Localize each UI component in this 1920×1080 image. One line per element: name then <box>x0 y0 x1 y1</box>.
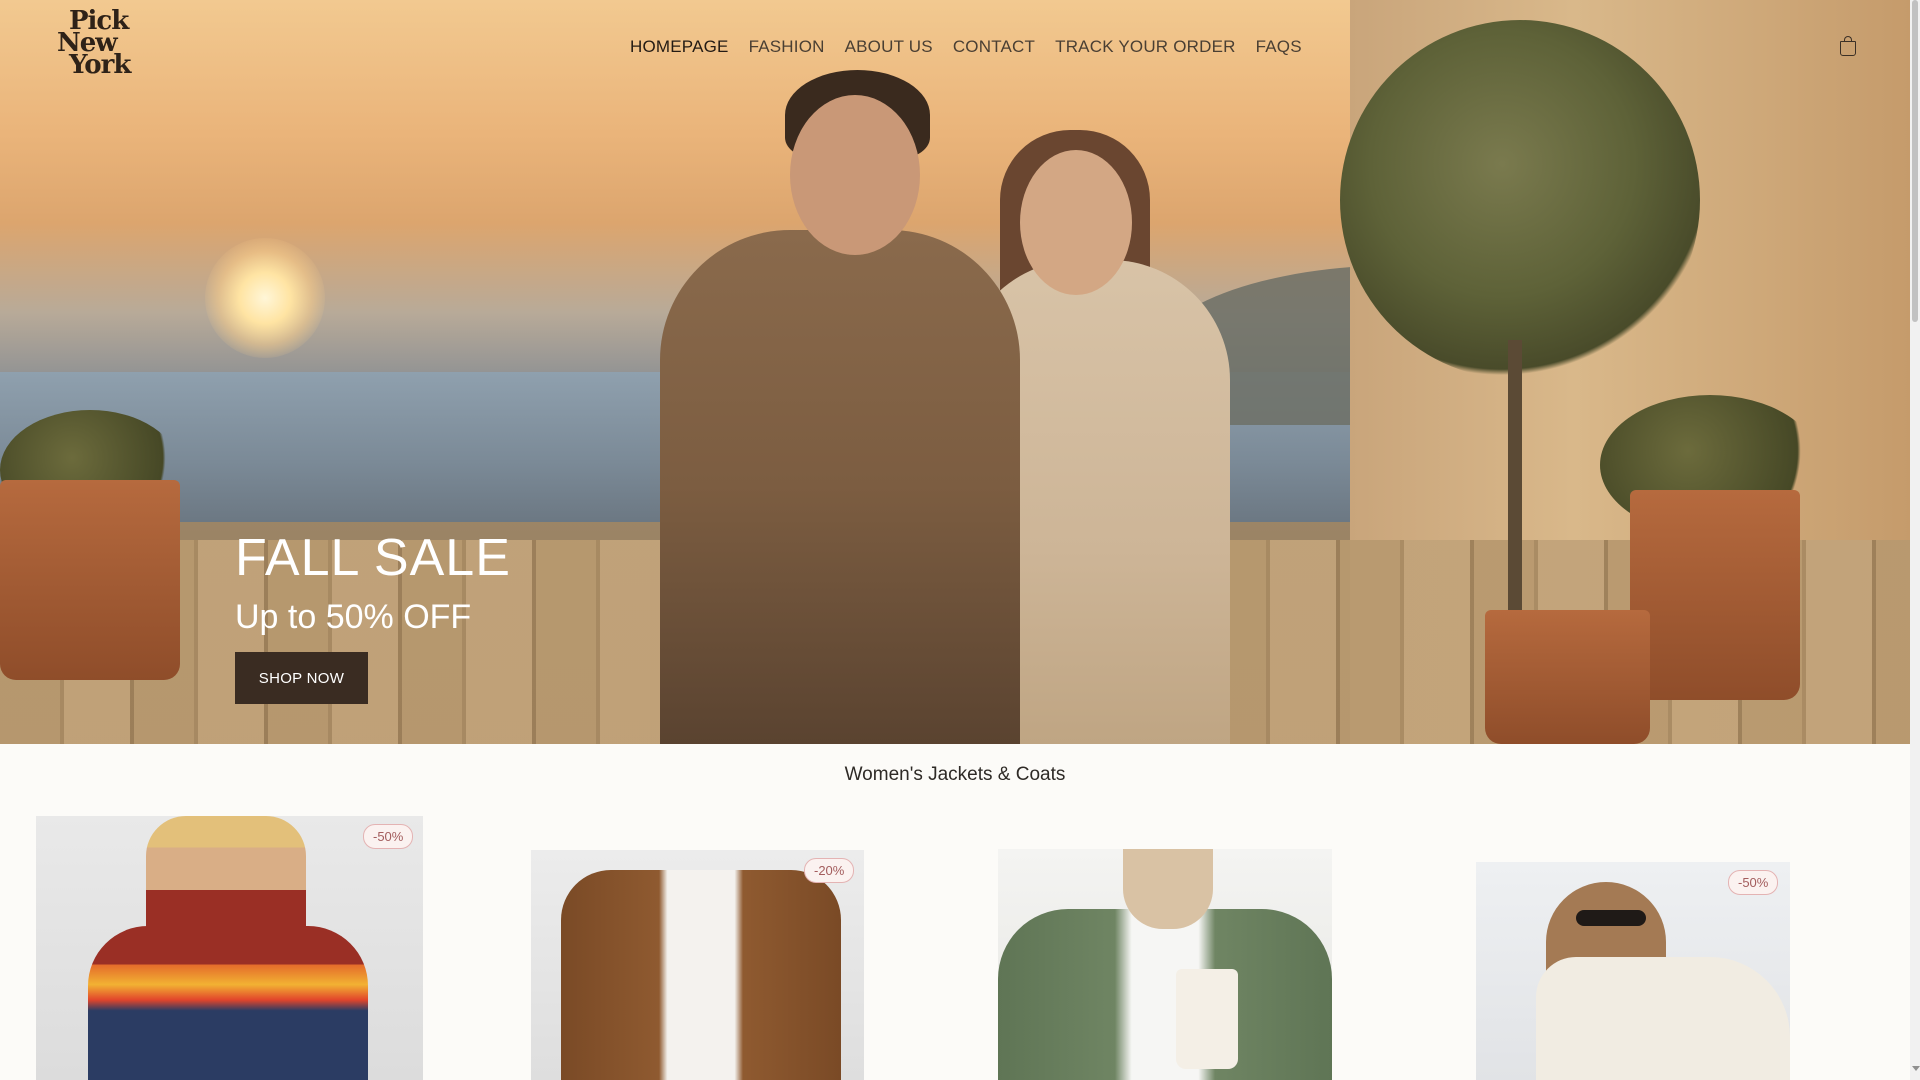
pot-right <box>1630 490 1800 700</box>
brand-logo[interactable]: Pick New York <box>55 8 155 85</box>
product-card[interactable] <box>998 849 1332 1080</box>
product-image <box>998 909 1332 1080</box>
sunglasses <box>1576 910 1646 926</box>
product-image <box>1123 849 1213 929</box>
shopping-bag-icon[interactable] <box>1840 36 1856 56</box>
tree-trunk <box>1508 340 1522 620</box>
main-nav: HOMEPAGE FASHION ABOUT US CONTACT TRACK … <box>630 37 1322 57</box>
man-figure <box>660 230 1020 744</box>
nav-homepage[interactable]: HOMEPAGE <box>630 37 729 57</box>
olive-tree <box>1340 20 1700 380</box>
product-card[interactable]: -20% <box>531 850 864 1080</box>
woman-face <box>1020 150 1132 295</box>
pot-left <box>0 480 180 680</box>
scroll-down-arrow-icon[interactable] <box>1912 1066 1920 1071</box>
nav-faqs[interactable]: FAQS <box>1256 37 1302 57</box>
logo-line: York <box>69 50 131 80</box>
product-image <box>88 926 368 1080</box>
shop-now-button[interactable]: SHOP NOW <box>235 652 368 704</box>
discount-badge: -20% <box>804 858 855 883</box>
man-face <box>790 95 920 255</box>
coffee-cup <box>1176 969 1238 1069</box>
product-card[interactable]: -50% <box>36 816 423 1080</box>
discount-badge: -50% <box>1728 870 1779 895</box>
section-title: Women's Jackets & Coats <box>844 764 1066 785</box>
discount-badge: -50% <box>363 824 414 849</box>
hero-title: FALL SALE <box>235 529 511 587</box>
nav-about-us[interactable]: ABOUT US <box>845 37 933 57</box>
pot-center <box>1485 610 1650 744</box>
product-card[interactable]: -50% <box>1476 862 1790 1080</box>
hero-subtitle: Up to 50% OFF <box>235 598 472 636</box>
scrollbar-thumb[interactable] <box>1912 0 1918 322</box>
nav-track-order[interactable]: TRACK YOUR ORDER <box>1055 37 1235 57</box>
product-image <box>561 870 841 1080</box>
nav-contact[interactable]: CONTACT <box>953 37 1035 57</box>
sun <box>205 238 325 358</box>
nav-fashion[interactable]: FASHION <box>749 37 825 57</box>
product-image <box>1536 957 1790 1080</box>
